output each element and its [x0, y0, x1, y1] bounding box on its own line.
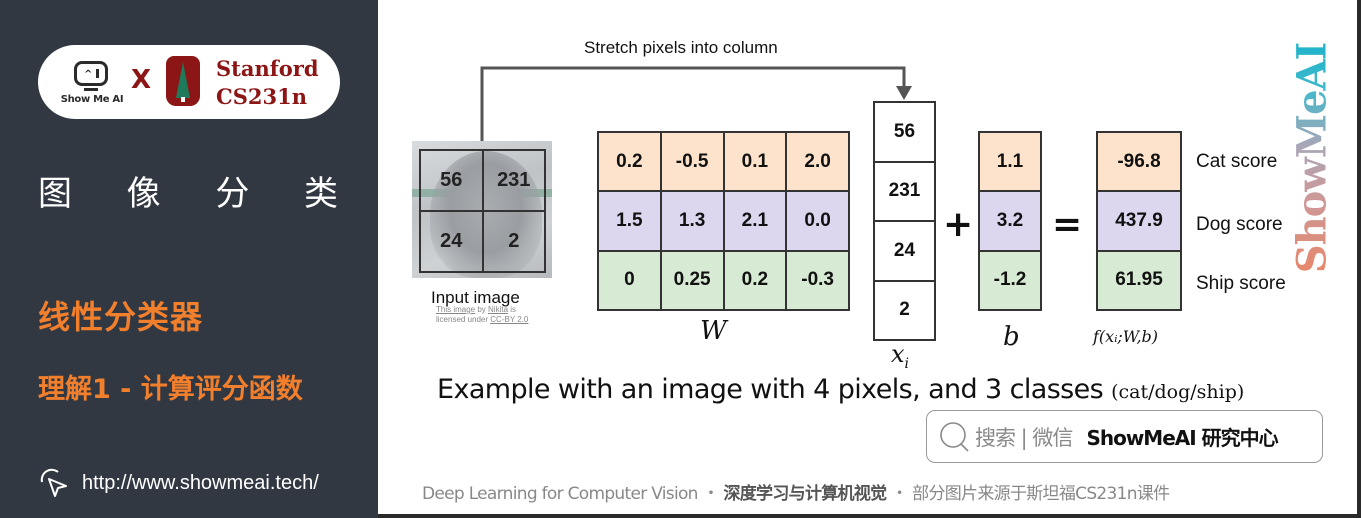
score-cell: 61.95: [1097, 250, 1181, 310]
stretch-label: Stretch pixels into column: [584, 38, 778, 57]
bias-vector: 1.1 3.2 -1.2: [978, 131, 1042, 311]
x-cell: 56: [874, 102, 935, 162]
b-cell: 1.1: [979, 132, 1041, 192]
ship-score-label: Ship score: [1196, 273, 1286, 294]
w-cell: 0.0: [786, 191, 849, 251]
sidebar-panel: ^ Show Me AI X Stanford CS231n 图 像 分 类 线…: [0, 0, 378, 518]
score-cell: 437.9: [1097, 191, 1181, 251]
x-cell: 231: [874, 161, 935, 221]
website-link[interactable]: http://www.showmeai.tech/: [36, 466, 319, 500]
w-cell: -0.3: [786, 250, 849, 310]
image-link[interactable]: This image: [436, 305, 475, 314]
search-hint: 搜索 | 微信: [975, 425, 1073, 450]
pixel-value: 24: [420, 211, 483, 272]
pixel-value: 56: [420, 150, 483, 211]
pixel-grid: 56 231 24 2: [419, 149, 546, 273]
cat-score-label: Cat score: [1196, 151, 1278, 172]
author-link[interactable]: Nikita: [488, 305, 508, 314]
arrow-head-icon: [896, 86, 912, 100]
stanford-course-label: Stanford CS231n: [216, 56, 319, 109]
robot-face-icon: ^: [74, 61, 108, 86]
b-cell: 3.2: [979, 191, 1041, 251]
input-vector: 56 231 24 2: [873, 101, 936, 341]
input-image: 56 231 24 2: [412, 141, 552, 278]
cursor-click-icon: [40, 468, 67, 497]
x-cell: 24: [874, 221, 935, 281]
example-caption: Example with an image with 4 pixels, and…: [437, 374, 1245, 405]
section-title: 线性分类器: [38, 298, 204, 336]
showmeai-logo-text: Show Me AI: [60, 94, 124, 105]
b-cell: -1.2: [979, 250, 1041, 310]
equals-sign: =: [1052, 204, 1083, 245]
score-cell: -96.8: [1097, 132, 1181, 192]
x-cell: 2: [874, 280, 935, 340]
license-link[interactable]: CC-BY 2.0: [490, 315, 528, 324]
collab-x: X: [131, 65, 152, 95]
image-credit: This image by Nikita is licensed under C…: [436, 305, 529, 324]
w-cell: 1.3: [660, 191, 724, 251]
b-label: b: [1003, 322, 1020, 352]
footer-note: Deep Learning for Computer Vision ・ 深度学习…: [422, 484, 1170, 504]
w-cell: 0: [598, 250, 661, 310]
x-label: xi: [891, 340, 910, 372]
showmeai-logo: ^ Show Me AI: [60, 58, 124, 108]
w-cell: 0.2: [598, 132, 661, 192]
f-label: f(xᵢ;W,b): [1093, 327, 1159, 346]
website-url[interactable]: http://www.showmeai.tech/: [82, 472, 319, 495]
score-vector: -96.8 437.9 61.95: [1096, 131, 1182, 311]
showmeai-watermark: ShowMeAI: [1288, 42, 1336, 274]
search-icon: [940, 421, 969, 452]
pixel-value: 2: [482, 211, 545, 272]
logo-banner: ^ Show Me AI X Stanford CS231n: [38, 45, 340, 119]
w-cell: 2.1: [723, 191, 787, 251]
wechat-search-box[interactable]: 搜索 | 微信 ShowMeAI 研究中心: [926, 410, 1323, 463]
w-cell: 1.5: [598, 191, 661, 251]
weight-matrix: 0.2 -0.5 0.1 2.0 1.5 1.3 2.1 0.0 0 0.25 …: [597, 131, 850, 311]
w-label: W: [700, 316, 727, 346]
search-brand: ShowMeAI 研究中心: [1086, 426, 1278, 450]
w-cell: 2.0: [786, 132, 849, 192]
w-cell: 0.2: [723, 250, 787, 310]
w-cell: -0.5: [660, 132, 724, 192]
pixel-value: 231: [482, 150, 545, 211]
page-title: 图 像 分 类: [38, 174, 338, 214]
bottom-border: [378, 514, 1361, 518]
section-subtitle: 理解1 - 计算评分函数: [38, 374, 303, 405]
dog-score-label: Dog score: [1196, 214, 1283, 235]
stanford-logo-icon: [166, 56, 200, 106]
w-cell: 0.25: [660, 250, 724, 310]
plus-sign: +: [943, 204, 974, 245]
w-cell: 0.1: [723, 132, 787, 192]
right-border: [1357, 0, 1361, 518]
